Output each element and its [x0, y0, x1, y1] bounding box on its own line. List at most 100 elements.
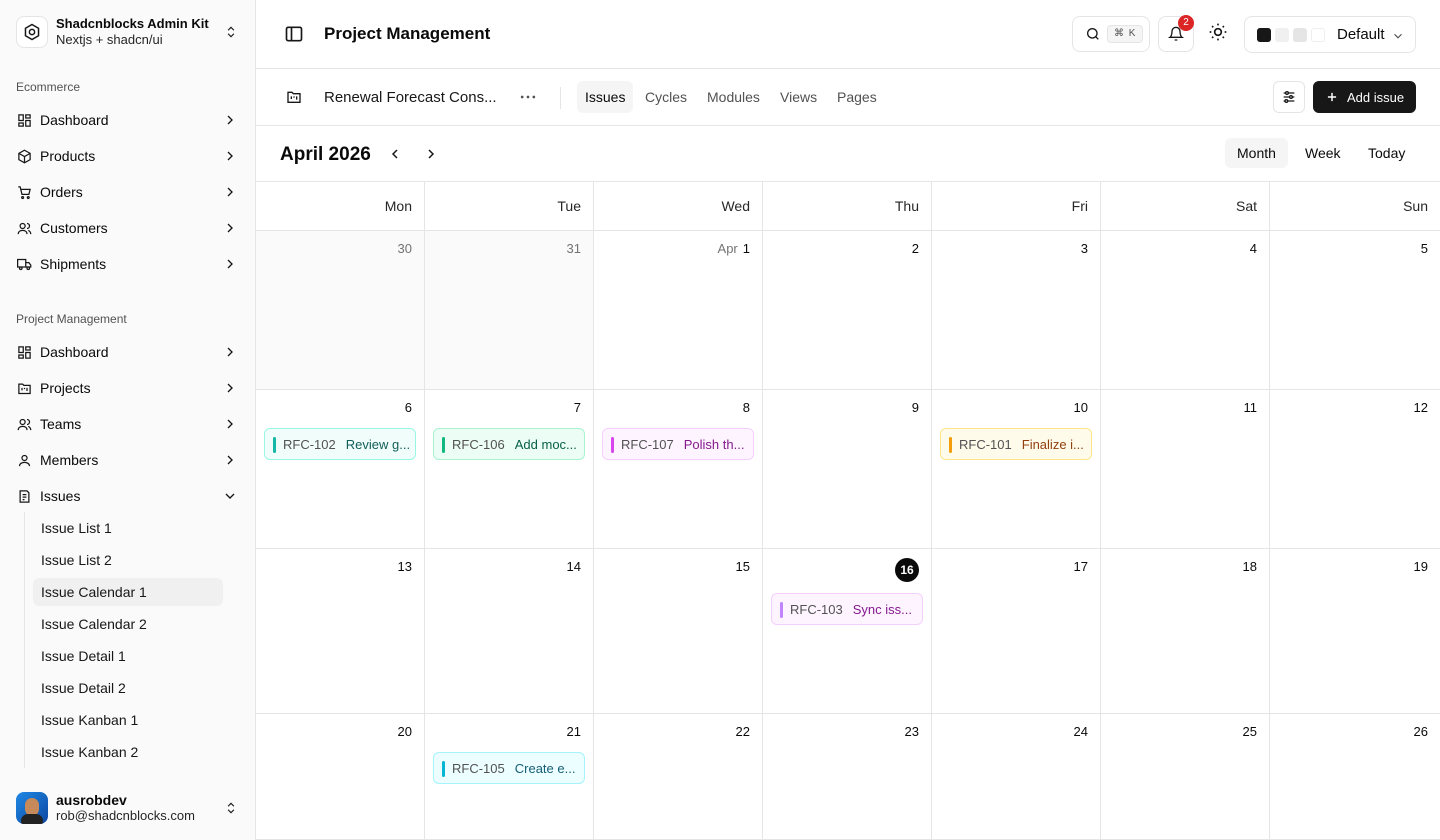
sidebar-subitem-issue-kanban-2[interactable]: Issue Kanban 2 [33, 738, 223, 766]
day-number: 15 [735, 559, 750, 574]
event-title: Add moc... [514, 436, 577, 452]
tab-issues[interactable]: Issues [577, 81, 634, 113]
sidebar-toggle-icon[interactable] [284, 24, 304, 44]
chevron-right-icon [227, 187, 233, 197]
more-horizontal-icon[interactable] [518, 87, 538, 107]
day-number: 17 [1073, 559, 1088, 574]
calendar-day-cell[interactable]: 5 [1270, 231, 1440, 390]
calendar-day-cell[interactable]: 20 [256, 714, 425, 840]
month-title: April 2026 [280, 144, 371, 165]
sidebar-item-customers[interactable]: Customers [8, 212, 248, 244]
calendar-day-cell[interactable]: 11 [1101, 390, 1270, 549]
sidebar-subitem-issue-detail-2[interactable]: Issue Detail 2 [33, 674, 223, 702]
sidebar-item-label: Issues [40, 488, 81, 504]
calendar-day-cell[interactable]: 17 [932, 549, 1101, 714]
calendar-day-cell[interactable]: 31 [425, 231, 594, 390]
calendar-day-cell[interactable]: 10 [932, 390, 1101, 549]
calendar-day-cell[interactable]: 24 [932, 714, 1101, 840]
calendar-day-cell[interactable]: 25 [1101, 714, 1270, 840]
chevron-right-icon[interactable] [423, 146, 439, 162]
sidebar-item-projects[interactable]: Projects [8, 372, 248, 404]
calendar-day-cell[interactable]: 15 [594, 549, 763, 714]
calendar-event[interactable]: RFC-102 Review g... [264, 428, 416, 460]
page-title: Project Management [324, 24, 491, 43]
tab-views[interactable]: Views [772, 81, 825, 113]
submenu-guide-line [24, 512, 25, 768]
chevron-down-icon [225, 493, 235, 499]
user-menu[interactable]: ausrobdev rob@shadcnblocks.com [8, 784, 248, 832]
tab-cycles[interactable]: Cycles [637, 81, 695, 113]
calendar-event[interactable]: RFC-103 Sync iss... [771, 593, 923, 625]
chevron-right-icon [227, 419, 233, 429]
calendar-day-cell[interactable]: 19 [1270, 549, 1440, 714]
calendar-day-cell[interactable]: Apr 1 [594, 231, 763, 390]
sidebar-item-shipments[interactable]: Shipments [8, 248, 248, 280]
search-shortcut: ⌘ K [1107, 25, 1144, 43]
sidebar-subitem-issue-kanban-1[interactable]: Issue Kanban 1 [33, 706, 223, 734]
sidebar-item-pm-dashboard[interactable]: Dashboard [8, 336, 248, 368]
filter-button[interactable] [1273, 81, 1305, 113]
calendar-day-cell[interactable]: 22 [594, 714, 763, 840]
project-bar: Renewal Forecast Cons... Issues Cycles M… [256, 69, 1440, 126]
calendar-day-cell[interactable]: 16 [763, 549, 932, 714]
chevron-left-icon[interactable] [387, 146, 403, 162]
view-week-button[interactable]: Week [1293, 138, 1353, 168]
weekday-label: Mon [256, 182, 425, 230]
sidebar-item-members[interactable]: Members [8, 444, 248, 476]
calendar-day-cell[interactable]: 18 [1101, 549, 1270, 714]
notifications-count-badge: 2 [1178, 15, 1194, 31]
day-number: 30 [397, 241, 412, 256]
sidebar-subitem-issue-calendar-1[interactable]: Issue Calendar 1 [33, 578, 223, 606]
calendar-day-cell[interactable]: 2 [763, 231, 932, 390]
search-button[interactable]: ⌘ K [1072, 16, 1150, 52]
event-title: Sync iss... [852, 601, 912, 617]
view-month-button[interactable]: Month [1225, 138, 1288, 168]
day-number: 9 [911, 400, 919, 415]
sidebar-subitem-issue-list-1[interactable]: Issue List 1 [33, 514, 223, 542]
calendar-day-cell[interactable]: 23 [763, 714, 932, 840]
sidebar-item-label: Teams [40, 416, 82, 432]
sidebar-subitem-issue-calendar-2[interactable]: Issue Calendar 2 [33, 610, 223, 638]
calendar-day-cell[interactable]: 30 [256, 231, 425, 390]
day-number: 12 [1413, 400, 1428, 415]
weekday-label: Sun [1403, 198, 1428, 214]
calendar-day-cell[interactable]: 14 [425, 549, 594, 714]
calendar-event[interactable]: RFC-101 Finalize i... [940, 428, 1092, 460]
project-name[interactable]: Renewal Forecast Cons... [324, 89, 497, 106]
tab-pages[interactable]: Pages [829, 81, 885, 113]
sidebar-item-orders[interactable]: Orders [8, 176, 248, 208]
calendar-day-cell[interactable]: 3 [932, 231, 1101, 390]
calendar-day-cell[interactable]: 13 [256, 549, 425, 714]
calendar-day-cell[interactable]: 6 [256, 390, 425, 549]
sidebar-item-products[interactable]: Products [8, 140, 248, 172]
sidebar-item-ecommerce-dashboard[interactable]: Dashboard [8, 104, 248, 136]
sun-icon[interactable] [1208, 22, 1228, 42]
tab-modules[interactable]: Modules [699, 81, 768, 113]
brand-subtitle: Nextjs + shadcn/ui [56, 32, 163, 47]
sidebar-item-issues[interactable]: Issues [8, 480, 248, 512]
group-label-project-management: Project Management [16, 312, 127, 326]
calendar-day-cell[interactable]: 9 [763, 390, 932, 549]
calendar-day-cell[interactable]: 7 [425, 390, 594, 549]
event-key: RFC-101 [959, 436, 1012, 452]
calendar-event[interactable]: RFC-107 Polish th... [602, 428, 754, 460]
calendar-day-cell[interactable]: 26 [1270, 714, 1440, 840]
calendar-event[interactable]: RFC-105 Create e... [433, 752, 585, 784]
sidebar-item-teams[interactable]: Teams [8, 408, 248, 440]
sidebar-subitem-issue-list-2[interactable]: Issue List 2 [33, 546, 223, 574]
search-icon [1087, 28, 1099, 40]
view-today-button[interactable]: Today [1356, 138, 1417, 168]
brand-title: Shadcnblocks Admin Kit [56, 16, 209, 31]
users-icon [16, 416, 32, 432]
shopping-cart-icon [16, 184, 32, 200]
calendar-day-cell[interactable]: 8 [594, 390, 763, 549]
theme-label: Default [1337, 26, 1385, 43]
calendar-event[interactable]: RFC-106 Add moc... [433, 428, 585, 460]
event-key: RFC-105 [452, 760, 505, 776]
sidebar-subitem-issue-detail-1[interactable]: Issue Detail 1 [33, 642, 223, 670]
workspace-switcher[interactable]: Shadcnblocks Admin Kit Nextjs + shadcn/u… [8, 8, 248, 56]
theme-select[interactable]: Default [1244, 16, 1416, 53]
calendar-day-cell[interactable]: 4 [1101, 231, 1270, 390]
calendar-day-cell[interactable]: 12 [1270, 390, 1440, 549]
add-issue-button[interactable]: Add issue [1313, 81, 1416, 113]
